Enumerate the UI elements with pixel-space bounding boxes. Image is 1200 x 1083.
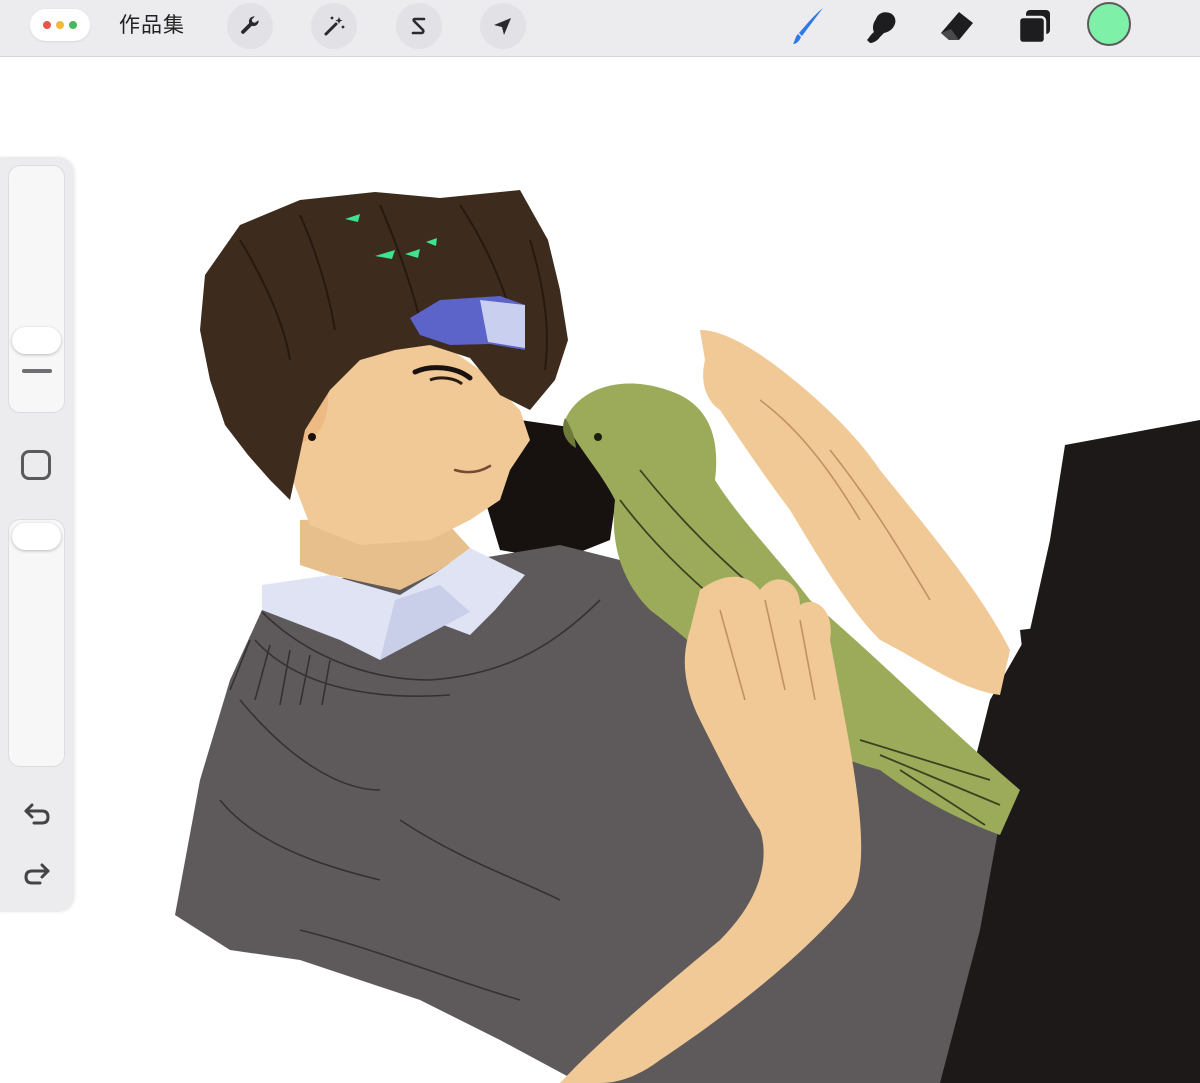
left-sidebar xyxy=(0,157,74,912)
transform-button[interactable] xyxy=(480,3,526,49)
actions-button[interactable] xyxy=(227,3,273,49)
eraser-icon xyxy=(941,12,973,40)
brush-size-slider[interactable] xyxy=(8,165,65,413)
brush-icon xyxy=(793,8,823,44)
gallery-button[interactable]: 作品集 xyxy=(119,10,185,40)
opacity-handle[interactable] xyxy=(12,523,61,550)
undo-icon xyxy=(24,803,50,825)
magic-wand-icon xyxy=(324,16,345,36)
paint-button[interactable] xyxy=(786,3,832,49)
smudge-icon xyxy=(867,12,896,43)
arrow-cursor-icon xyxy=(494,18,511,35)
canvas-corner-mark xyxy=(1176,1059,1194,1077)
color-picker-button[interactable] xyxy=(1087,2,1131,46)
minus-icon xyxy=(22,369,52,373)
window-controls-button[interactable] xyxy=(30,9,90,41)
green-dot-icon xyxy=(69,21,77,29)
yellow-dot-icon xyxy=(56,21,64,29)
selection-button[interactable] xyxy=(396,3,442,49)
layers-button[interactable] xyxy=(1011,3,1057,49)
top-toolbar: 作品集 xyxy=(0,0,1200,57)
erase-button[interactable] xyxy=(934,3,980,49)
artwork-illustration xyxy=(0,57,1200,1083)
square-modify-icon[interactable] xyxy=(21,450,51,480)
layers-icon xyxy=(1017,10,1050,45)
smudge-button[interactable] xyxy=(858,3,904,49)
opacity-slider[interactable] xyxy=(8,519,65,767)
brush-size-handle[interactable] xyxy=(12,327,61,354)
adjustments-button[interactable] xyxy=(311,3,357,49)
redo-icon xyxy=(24,863,50,885)
selection-s-icon xyxy=(411,17,426,35)
redo-button[interactable] xyxy=(18,857,56,891)
wrench-icon xyxy=(241,16,259,34)
drawing-canvas[interactable] xyxy=(0,57,1200,1083)
undo-button[interactable] xyxy=(18,797,56,831)
procreate-app: 作品集 xyxy=(0,0,1200,1083)
red-dot-icon xyxy=(43,21,51,29)
